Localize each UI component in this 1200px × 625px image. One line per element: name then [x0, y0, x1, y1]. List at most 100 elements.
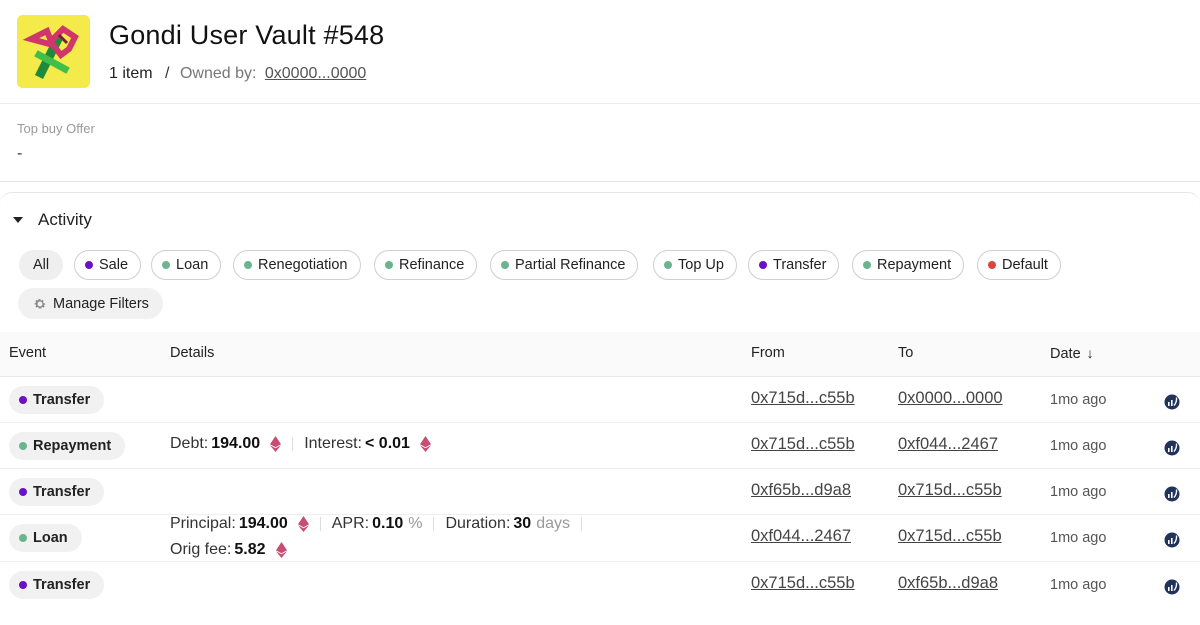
vault-logo-image [17, 15, 90, 88]
detail-divider [292, 437, 294, 451]
gear-icon [34, 298, 46, 308]
status-dot-icon [863, 261, 871, 269]
ethereum-icon [275, 542, 287, 558]
from-address-link[interactable]: 0x715d...c55b [751, 435, 855, 454]
event-badge: Repayment [9, 432, 126, 460]
status-dot-icon [19, 488, 27, 496]
filter-partial-refinance[interactable]: Partial Refinance [490, 250, 639, 280]
table-row: Repayment Debt: 194.00 Interest: < 0.01 … [0, 423, 1200, 469]
event-details-line-2: Orig fee: 5.82 [170, 541, 287, 559]
etherscan-icon[interactable] [1164, 394, 1180, 410]
filter-refinance[interactable]: Refinance [374, 250, 478, 280]
vault-meta: 1 item / Owned by: 0x0000...0000 [109, 65, 366, 83]
apr-value: 0.10 [372, 515, 404, 532]
status-dot-icon [988, 261, 996, 269]
filter-all[interactable]: All [19, 250, 64, 280]
filter-label: Sale [99, 257, 129, 273]
filter-label: Partial Refinance [515, 257, 626, 273]
duration-unit: days [536, 515, 570, 532]
vault-avatar [17, 15, 90, 88]
event-date: 1mo ago [1050, 438, 1107, 454]
table-row: Loan Principal: 194.00 APR: 0.10 % Durat… [0, 515, 1200, 562]
column-header-to: To [898, 345, 914, 361]
filter-renegotiation[interactable]: Renegotiation [233, 250, 361, 280]
collection-header: Gondi User Vault #548 1 item / Owned by:… [0, 0, 1200, 104]
debt-label: Debt: [170, 435, 209, 452]
apr-label: APR: [331, 515, 370, 532]
sort-arrow-icon: ↓ [1086, 345, 1094, 361]
detail-divider [319, 517, 321, 531]
etherscan-icon[interactable] [1164, 532, 1180, 548]
to-address-link[interactable]: 0xf044...2467 [898, 435, 998, 454]
principal-value: 194.00 [238, 515, 288, 532]
apr-unit: % [408, 515, 423, 532]
event-badge: Loan [9, 524, 82, 552]
status-dot-icon [19, 581, 27, 589]
filter-label: Refinance [399, 257, 465, 273]
to-address-link[interactable]: 0x0000...0000 [898, 389, 1003, 408]
from-address-link[interactable]: 0xf044...2467 [751, 527, 851, 546]
status-dot-icon [759, 261, 767, 269]
status-dot-icon [385, 261, 393, 269]
event-date: 1mo ago [1050, 530, 1107, 546]
filter-label: Transfer [773, 257, 827, 273]
filter-label: Default [1002, 257, 1048, 273]
owned-by-label: Owned by: [179, 65, 257, 82]
filter-repayment[interactable]: Repayment [852, 250, 965, 280]
etherscan-icon[interactable] [1164, 579, 1180, 595]
filter-label: Top Up [678, 257, 724, 273]
status-dot-icon [664, 261, 672, 269]
top-buy-offer-label: Top buy Offer [17, 121, 95, 136]
activity-toggle[interactable]: Activity [11, 210, 92, 230]
etherscan-icon[interactable] [1164, 440, 1180, 456]
filter-label: Loan [176, 257, 209, 273]
detail-divider [580, 517, 582, 531]
caret-down-icon [13, 217, 23, 223]
top-buy-offer-value: - [17, 145, 23, 162]
filter-default[interactable]: Default [977, 250, 1061, 280]
status-dot-icon [19, 396, 27, 404]
manage-filters-label: Manage Filters [53, 295, 149, 312]
from-address-link[interactable]: 0xf65b...d9a8 [751, 481, 851, 500]
event-badge: Transfer [9, 571, 105, 599]
filter-transfer[interactable]: Transfer [748, 250, 840, 280]
event-badge: Transfer [9, 386, 105, 414]
ethereum-icon [419, 436, 431, 452]
column-header-details: Details [170, 345, 215, 361]
filter-label: Renegotiation [258, 257, 348, 273]
status-dot-icon [19, 534, 27, 542]
from-address-link[interactable]: 0x715d...c55b [751, 389, 855, 408]
manage-filters-button[interactable]: Manage Filters [18, 288, 163, 319]
activity-table-header: Event Details From To Date ↓ [0, 332, 1200, 377]
table-row: Transfer 0x715d...c55b 0x0000...0000 1mo… [0, 377, 1200, 423]
table-row: Transfer 0xf65b...d9a8 0x715d...c55b 1mo… [0, 469, 1200, 515]
event-label: Transfer [33, 484, 91, 500]
to-address-link[interactable]: 0xf65b...d9a8 [898, 574, 998, 593]
filter-sale[interactable]: Sale [74, 250, 142, 280]
filter-loan[interactable]: Loan [151, 250, 222, 280]
detail-divider [433, 517, 435, 531]
from-address-link[interactable]: 0x715d...c55b [751, 574, 855, 593]
filter-label: All [33, 257, 50, 273]
column-header-date-label: Date [1050, 346, 1081, 362]
orig-fee-value: 5.82 [234, 541, 266, 558]
to-address-link[interactable]: 0x715d...c55b [898, 481, 1002, 500]
activity-title: Activity [38, 210, 92, 229]
meta-separator: / [165, 65, 170, 82]
event-date: 1mo ago [1050, 392, 1107, 408]
event-label: Loan [33, 530, 68, 546]
ethereum-icon [297, 516, 309, 532]
filter-top-up[interactable]: Top Up [653, 250, 737, 280]
debt-value: 194.00 [211, 435, 261, 452]
to-address-link[interactable]: 0x715d...c55b [898, 527, 1002, 546]
status-dot-icon [244, 261, 252, 269]
filter-label: Repayment [877, 257, 952, 273]
principal-label: Principal: [170, 515, 236, 532]
column-header-date[interactable]: Date ↓ [1050, 345, 1094, 362]
event-label: Transfer [33, 392, 91, 408]
event-label: Repayment [33, 438, 112, 454]
etherscan-icon[interactable] [1164, 486, 1180, 502]
top-buy-offer-section: Top buy Offer - [0, 105, 1200, 182]
owner-address-link[interactable]: 0x0000...0000 [265, 65, 366, 82]
interest-label: Interest: [304, 435, 362, 452]
